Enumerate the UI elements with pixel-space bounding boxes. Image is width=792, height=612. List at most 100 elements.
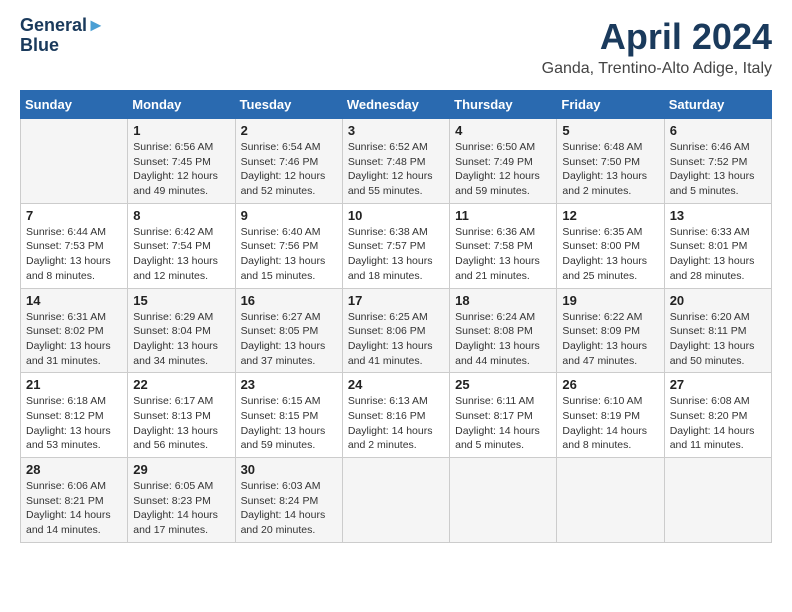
day-info: Sunrise: 6:08 AM Sunset: 8:20 PM Dayligh… — [670, 394, 766, 453]
weekday-header-cell: Friday — [557, 91, 664, 119]
day-info: Sunrise: 6:52 AM Sunset: 7:48 PM Dayligh… — [348, 140, 444, 199]
day-info: Sunrise: 6:20 AM Sunset: 8:11 PM Dayligh… — [670, 310, 766, 369]
weekday-header-row: SundayMondayTuesdayWednesdayThursdayFrid… — [21, 91, 772, 119]
day-number: 20 — [670, 293, 766, 308]
calendar-day-cell — [342, 458, 449, 543]
weekday-header-cell: Monday — [128, 91, 235, 119]
calendar-day-cell: 12 Sunrise: 6:35 AM Sunset: 8:00 PM Dayli… — [557, 203, 664, 288]
calendar-week-row: 14 Sunrise: 6:31 AM Sunset: 8:02 PM Dayli… — [21, 288, 772, 373]
day-number: 8 — [133, 208, 229, 223]
title-block: April 2024 Ganda, Trentino-Alto Adige, I… — [542, 16, 772, 78]
day-info: Sunrise: 6:33 AM Sunset: 8:01 PM Dayligh… — [670, 225, 766, 284]
calendar-day-cell: 25 Sunrise: 6:11 AM Sunset: 8:17 PM Dayli… — [450, 373, 557, 458]
calendar-week-row: 1 Sunrise: 6:56 AM Sunset: 7:45 PM Daylig… — [21, 119, 772, 204]
calendar-day-cell: 3 Sunrise: 6:52 AM Sunset: 7:48 PM Daylig… — [342, 119, 449, 204]
calendar-day-cell: 5Sunrise: 6:48 AM Sunset: 7:50 PM Daylig… — [557, 119, 664, 204]
day-number: 28 — [26, 462, 122, 477]
weekday-header-cell: Thursday — [450, 91, 557, 119]
day-number: 22 — [133, 377, 229, 392]
day-number: 15 — [133, 293, 229, 308]
day-info: Sunrise: 6:35 AM Sunset: 8:00 PM Dayligh… — [562, 225, 658, 284]
day-number: 26 — [562, 377, 658, 392]
weekday-header-cell: Wednesday — [342, 91, 449, 119]
day-number: 25 — [455, 377, 551, 392]
calendar-day-cell: 15 Sunrise: 6:29 AM Sunset: 8:04 PM Dayli… — [128, 288, 235, 373]
day-number: 30 — [241, 462, 337, 477]
day-info: Sunrise: 6:56 AM Sunset: 7:45 PM Dayligh… — [133, 140, 229, 199]
calendar-week-row: 7Sunrise: 6:44 AM Sunset: 7:53 PM Daylig… — [21, 203, 772, 288]
weekday-header-cell: Sunday — [21, 91, 128, 119]
day-number: 29 — [133, 462, 229, 477]
day-info: Sunrise: 6:54 AM Sunset: 7:46 PM Dayligh… — [241, 140, 337, 199]
day-number: 12 — [562, 208, 658, 223]
calendar-day-cell: 26 Sunrise: 6:10 AM Sunset: 8:19 PM Dayli… — [557, 373, 664, 458]
day-number: 24 — [348, 377, 444, 392]
day-info: Sunrise: 6:15 AM Sunset: 8:15 PM Dayligh… — [241, 394, 337, 453]
day-info: Sunrise: 6:11 AM Sunset: 8:17 PM Dayligh… — [455, 394, 551, 453]
day-number: 9 — [241, 208, 337, 223]
month-title: April 2024 — [542, 16, 772, 58]
logo-text: General►Blue — [20, 16, 105, 56]
page-header: General►Blue April 2024 Ganda, Trentino-… — [20, 16, 772, 78]
calendar-day-cell: 30 Sunrise: 6:03 AM Sunset: 8:24 PM Dayli… — [235, 458, 342, 543]
calendar-day-cell: 11 Sunrise: 6:36 AM Sunset: 7:58 PM Dayli… — [450, 203, 557, 288]
day-info: Sunrise: 6:13 AM Sunset: 8:16 PM Dayligh… — [348, 394, 444, 453]
calendar-day-cell: 13 Sunrise: 6:33 AM Sunset: 8:01 PM Dayli… — [664, 203, 771, 288]
day-number: 21 — [26, 377, 122, 392]
day-info: Sunrise: 6:29 AM Sunset: 8:04 PM Dayligh… — [133, 310, 229, 369]
day-info: Sunrise: 6:36 AM Sunset: 7:58 PM Dayligh… — [455, 225, 551, 284]
day-number: 2 — [241, 123, 337, 138]
day-number: 3 — [348, 123, 444, 138]
location-title: Ganda, Trentino-Alto Adige, Italy — [542, 60, 772, 78]
day-number: 13 — [670, 208, 766, 223]
day-info: Sunrise: 6:31 AM Sunset: 8:02 PM Dayligh… — [26, 310, 122, 369]
day-info: Sunrise: 6:10 AM Sunset: 8:19 PM Dayligh… — [562, 394, 658, 453]
day-number: 23 — [241, 377, 337, 392]
calendar-day-cell: 9 Sunrise: 6:40 AM Sunset: 7:56 PM Daylig… — [235, 203, 342, 288]
calendar-day-cell: 29 Sunrise: 6:05 AM Sunset: 8:23 PM Dayli… — [128, 458, 235, 543]
day-info: Sunrise: 6:17 AM Sunset: 8:13 PM Dayligh… — [133, 394, 229, 453]
calendar-day-cell: 1 Sunrise: 6:56 AM Sunset: 7:45 PM Daylig… — [128, 119, 235, 204]
calendar-day-cell: 2 Sunrise: 6:54 AM Sunset: 7:46 PM Daylig… — [235, 119, 342, 204]
day-info: Sunrise: 6:24 AM Sunset: 8:08 PM Dayligh… — [455, 310, 551, 369]
day-number: 14 — [26, 293, 122, 308]
day-info: Sunrise: 6:50 AM Sunset: 7:49 PM Dayligh… — [455, 140, 551, 199]
calendar-day-cell: 17 Sunrise: 6:25 AM Sunset: 8:06 PM Dayli… — [342, 288, 449, 373]
logo: General►Blue — [20, 16, 105, 56]
day-info: Sunrise: 6:18 AM Sunset: 8:12 PM Dayligh… — [26, 394, 122, 453]
day-number: 1 — [133, 123, 229, 138]
calendar-day-cell: 7Sunrise: 6:44 AM Sunset: 7:53 PM Daylig… — [21, 203, 128, 288]
day-number: 17 — [348, 293, 444, 308]
day-info: Sunrise: 6:03 AM Sunset: 8:24 PM Dayligh… — [241, 479, 337, 538]
day-info: Sunrise: 6:27 AM Sunset: 8:05 PM Dayligh… — [241, 310, 337, 369]
day-number: 11 — [455, 208, 551, 223]
day-number: 19 — [562, 293, 658, 308]
day-number: 18 — [455, 293, 551, 308]
day-number: 10 — [348, 208, 444, 223]
calendar-day-cell: 16 Sunrise: 6:27 AM Sunset: 8:05 PM Dayli… — [235, 288, 342, 373]
calendar-day-cell: 14 Sunrise: 6:31 AM Sunset: 8:02 PM Dayli… — [21, 288, 128, 373]
calendar-day-cell: 6Sunrise: 6:46 AM Sunset: 7:52 PM Daylig… — [664, 119, 771, 204]
day-info: Sunrise: 6:25 AM Sunset: 8:06 PM Dayligh… — [348, 310, 444, 369]
calendar-day-cell: 19Sunrise: 6:22 AM Sunset: 8:09 PM Dayli… — [557, 288, 664, 373]
day-info: Sunrise: 6:42 AM Sunset: 7:54 PM Dayligh… — [133, 225, 229, 284]
calendar-body: 1 Sunrise: 6:56 AM Sunset: 7:45 PM Daylig… — [21, 119, 772, 543]
calendar-day-cell: 27Sunrise: 6:08 AM Sunset: 8:20 PM Dayli… — [664, 373, 771, 458]
calendar-day-cell: 24 Sunrise: 6:13 AM Sunset: 8:16 PM Dayli… — [342, 373, 449, 458]
calendar-day-cell — [557, 458, 664, 543]
day-number: 4 — [455, 123, 551, 138]
day-number: 6 — [670, 123, 766, 138]
day-number: 7 — [26, 208, 122, 223]
weekday-header-cell: Tuesday — [235, 91, 342, 119]
day-info: Sunrise: 6:05 AM Sunset: 8:23 PM Dayligh… — [133, 479, 229, 538]
calendar-day-cell: 10Sunrise: 6:38 AM Sunset: 7:57 PM Dayli… — [342, 203, 449, 288]
calendar-day-cell — [21, 119, 128, 204]
calendar-day-cell: 4 Sunrise: 6:50 AM Sunset: 7:49 PM Daylig… — [450, 119, 557, 204]
calendar-day-cell — [450, 458, 557, 543]
calendar-day-cell: 28Sunrise: 6:06 AM Sunset: 8:21 PM Dayli… — [21, 458, 128, 543]
calendar-week-row: 21 Sunrise: 6:18 AM Sunset: 8:12 PM Dayli… — [21, 373, 772, 458]
day-number: 16 — [241, 293, 337, 308]
calendar-day-cell: 18 Sunrise: 6:24 AM Sunset: 8:08 PM Dayli… — [450, 288, 557, 373]
calendar-day-cell — [664, 458, 771, 543]
day-info: Sunrise: 6:40 AM Sunset: 7:56 PM Dayligh… — [241, 225, 337, 284]
